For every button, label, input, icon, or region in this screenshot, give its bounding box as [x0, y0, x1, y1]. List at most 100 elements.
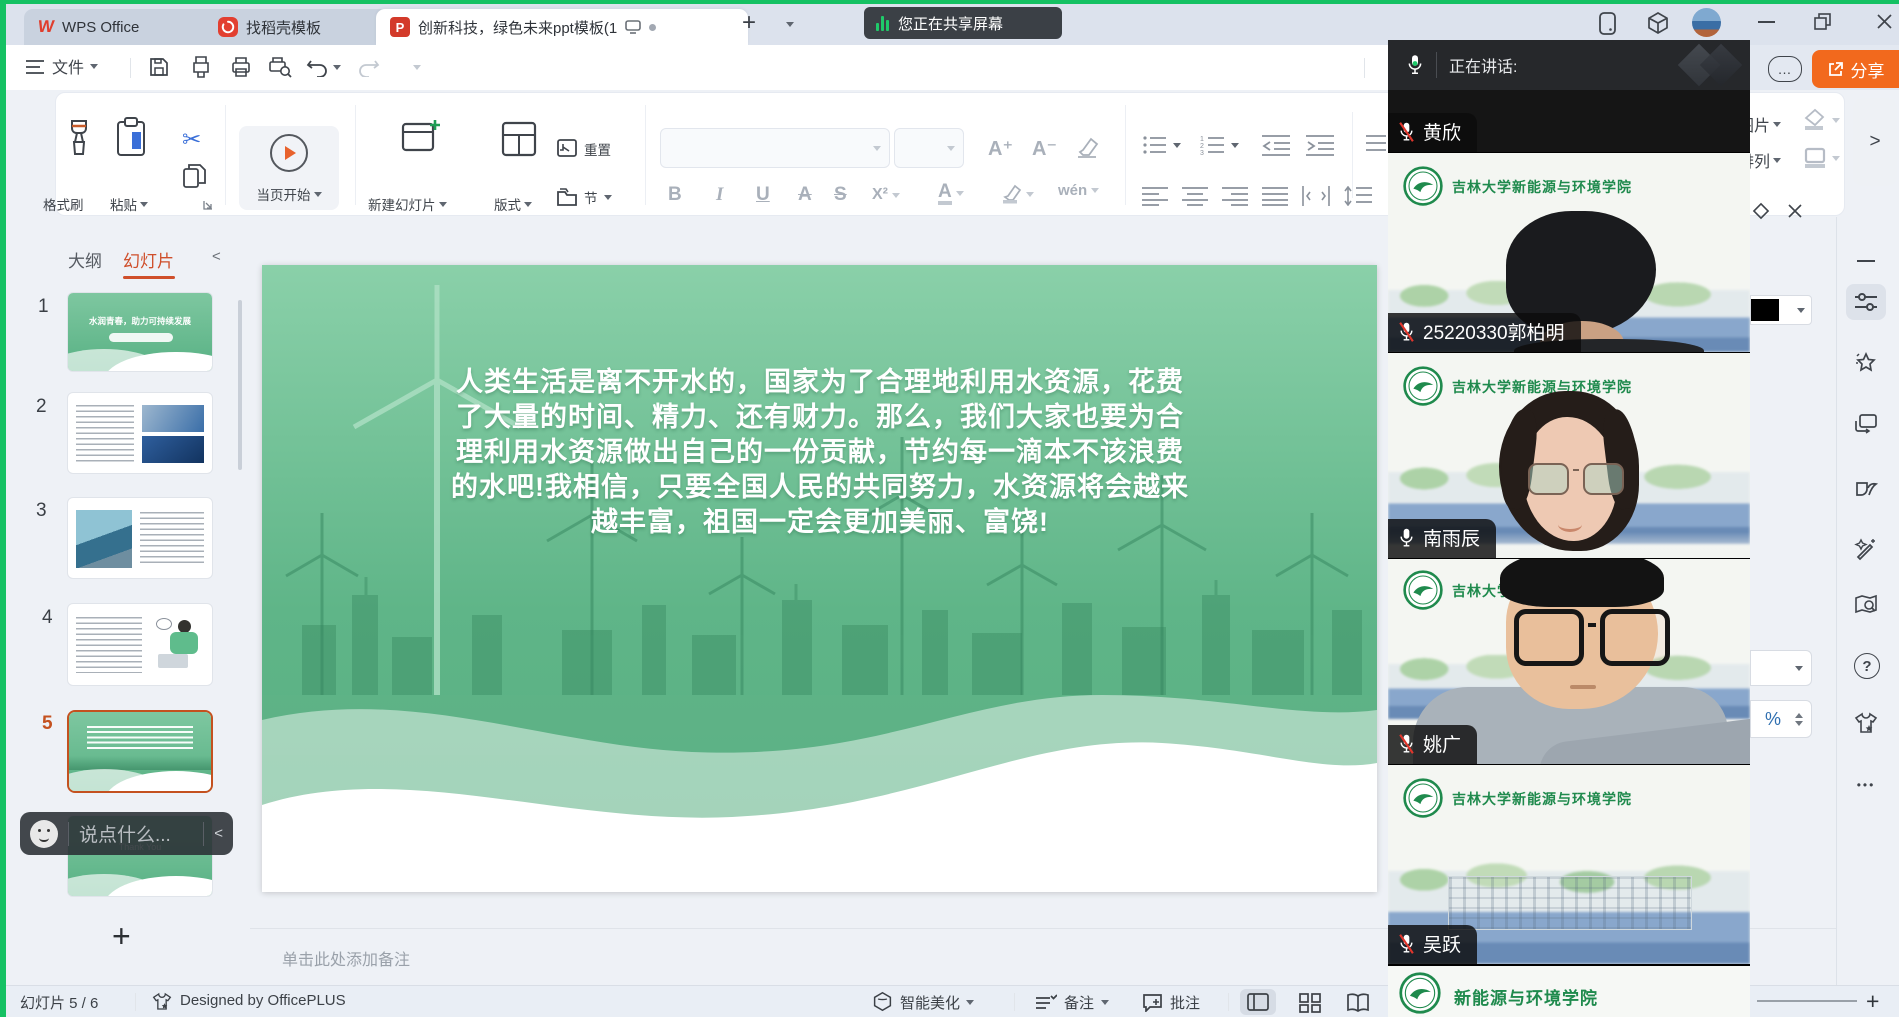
- participant-tile-partial[interactable]: 新能源与环境学院: [1388, 966, 1750, 1017]
- view-normal-button[interactable]: [1240, 989, 1276, 1015]
- bold-button[interactable]: B: [668, 184, 682, 206]
- undo-button[interactable]: [306, 57, 341, 77]
- close-pane-icon[interactable]: [1786, 202, 1804, 220]
- undo-chevron-icon[interactable]: [333, 65, 341, 70]
- shape-outline-button[interactable]: [1802, 146, 1840, 170]
- stepper-arrows-icon[interactable]: [1795, 713, 1803, 726]
- new-slide-button[interactable]: 新建幻灯片: [368, 194, 447, 214]
- italic-button[interactable]: I: [716, 184, 723, 206]
- layout-icon[interactable]: [500, 118, 538, 160]
- decrease-font-button[interactable]: A⁻: [1032, 136, 1057, 161]
- tab-list-chevron-icon[interactable]: [786, 22, 794, 27]
- section-button[interactable]: 节: [556, 186, 612, 208]
- font-size-select[interactable]: [894, 128, 964, 168]
- smart-beautify-button[interactable]: 智能美化: [900, 992, 974, 1013]
- export-pdf-button[interactable]: [190, 56, 212, 78]
- view-grid-button[interactable]: [1296, 991, 1324, 1015]
- effects-star-icon[interactable]: [1853, 350, 1879, 376]
- slide-thumbnail-3[interactable]: [67, 497, 213, 579]
- participant-tile-wuyue[interactable]: 吉林大学新能源与环境学院 吴跃: [1388, 765, 1750, 964]
- redo-button[interactable]: [358, 57, 421, 77]
- tab-outline[interactable]: 大纲: [68, 247, 102, 272]
- strikethrough-button[interactable]: A: [798, 184, 812, 206]
- collapse-sidebar-icon[interactable]: [1853, 248, 1879, 274]
- minimize-button[interactable]: [1758, 21, 1775, 23]
- highlight-color-button[interactable]: [1000, 184, 1034, 204]
- restore-button[interactable]: [1814, 13, 1831, 30]
- comment-input[interactable]: 说点什么...: [79, 820, 193, 847]
- decrease-indent-icon[interactable]: [1262, 134, 1290, 156]
- paste-icon[interactable]: [114, 116, 148, 158]
- participant-tile-yaoguang[interactable]: 吉林大学新能源与环境学院 姚广: [1388, 559, 1750, 764]
- clipboard-dialog-launcher-icon[interactable]: [203, 200, 213, 210]
- help-icon[interactable]: ?: [1854, 653, 1880, 679]
- file-menu[interactable]: 文件: [52, 54, 98, 78]
- bullets-button[interactable]: [1142, 134, 1181, 156]
- close-button[interactable]: [1876, 13, 1893, 30]
- numbering-button[interactable]: 123: [1200, 134, 1239, 156]
- play-from-current-button[interactable]: 当页开始: [239, 126, 339, 210]
- print-button[interactable]: [230, 56, 252, 78]
- mobile-view-icon[interactable]: [1598, 12, 1617, 35]
- zoom-slider[interactable]: [1757, 1000, 1857, 1002]
- object-properties-icon[interactable]: [1853, 289, 1879, 315]
- clear-format-icon[interactable]: [1074, 136, 1100, 160]
- tab-wps-home[interactable]: W WPS Office: [24, 9, 228, 45]
- new-slide-icon[interactable]: [400, 116, 442, 160]
- percent-stepper[interactable]: %: [1750, 700, 1812, 738]
- ribbon-expand-button[interactable]: >: [1853, 98, 1897, 186]
- magic-wand-icon[interactable]: [1853, 536, 1879, 562]
- comment-bubble[interactable]: 说点什么... <: [20, 812, 233, 855]
- slide-thumbnail-5-selected[interactable]: [67, 710, 213, 793]
- reset-button[interactable]: 重置: [556, 138, 611, 160]
- pinyin-guide-button[interactable]: wén: [1058, 182, 1099, 199]
- tab-docer-templates[interactable]: 找稻壳模板: [204, 9, 400, 45]
- font-color-button[interactable]: A: [938, 182, 964, 205]
- paste-button[interactable]: 粘贴: [110, 194, 148, 214]
- panel-scrollbar[interactable]: [238, 300, 242, 470]
- tab-active-presentation[interactable]: P 创新科技，绿色未来ppt模板(1: [376, 9, 748, 45]
- shape-tool-icon[interactable]: [1752, 202, 1770, 220]
- copy-icon[interactable]: [183, 164, 206, 189]
- superscript-button[interactable]: X²: [872, 186, 900, 204]
- user-avatar[interactable]: [1692, 8, 1721, 37]
- slide-thumbnail-4[interactable]: [67, 603, 213, 686]
- text-direction-icon[interactable]: [1366, 134, 1390, 156]
- align-center-icon[interactable]: [1182, 186, 1208, 206]
- 3d-cube-icon[interactable]: [1646, 11, 1670, 35]
- more-tools-icon[interactable]: •••: [1853, 772, 1879, 798]
- distribute-icon[interactable]: [1302, 186, 1330, 206]
- slide-canvas[interactable]: 人类生活是离不开水的，国家为了合理地利用水资源，花费 了大量的时间、精力、还有财…: [262, 265, 1377, 892]
- font-family-select[interactable]: [660, 128, 890, 168]
- slide-thumbnail-1[interactable]: 水润青春，助力可持续发展: [67, 292, 213, 372]
- slide-thumbnail-2[interactable]: [67, 392, 213, 474]
- tab-slides[interactable]: 幻灯片: [123, 247, 174, 272]
- eco-leaf-icon[interactable]: [1853, 474, 1879, 500]
- comment-collapse-button[interactable]: <: [214, 825, 223, 842]
- redo-chevron-icon[interactable]: [413, 65, 421, 70]
- view-reading-button[interactable]: [1344, 991, 1372, 1015]
- notes-button[interactable]: 备注: [1034, 992, 1109, 1013]
- increase-indent-icon[interactable]: [1306, 134, 1334, 156]
- hamburger-menu-icon[interactable]: [26, 60, 44, 74]
- print-preview-button[interactable]: [268, 56, 292, 78]
- increase-font-button[interactable]: A⁺: [988, 136, 1013, 161]
- align-right-icon[interactable]: [1222, 186, 1248, 206]
- panel-collapse-button[interactable]: <: [212, 248, 221, 265]
- underline-button[interactable]: U: [756, 184, 770, 206]
- participant-tile-nanyuchen[interactable]: 吉林大学新能源与环境学院 南雨辰: [1388, 353, 1750, 558]
- comments-button[interactable]: 批注: [1142, 992, 1200, 1013]
- color-select[interactable]: [1750, 295, 1812, 325]
- new-tab-button[interactable]: +: [742, 9, 756, 37]
- slide-body-text[interactable]: 人类生活是离不开水的，国家为了合理地利用水资源，花费 了大量的时间、精力、还有财…: [390, 365, 1250, 540]
- save-button[interactable]: [148, 56, 170, 78]
- add-slide-button[interactable]: +: [112, 918, 131, 955]
- format-painter-icon[interactable]: [62, 118, 96, 158]
- participant-tile-huangxin[interactable]: 黄欣: [1388, 90, 1750, 152]
- shape-fill-button[interactable]: [1802, 108, 1840, 132]
- cloud-more-icon[interactable]: …: [1768, 56, 1802, 82]
- skin-shirt-icon[interactable]: [1853, 710, 1879, 736]
- find-map-icon[interactable]: [1853, 592, 1879, 618]
- share-button[interactable]: 分享: [1812, 50, 1899, 88]
- participant-tile-guobaiming[interactable]: 吉林大学新能源与环境学院 25220330郭柏明: [1388, 153, 1750, 352]
